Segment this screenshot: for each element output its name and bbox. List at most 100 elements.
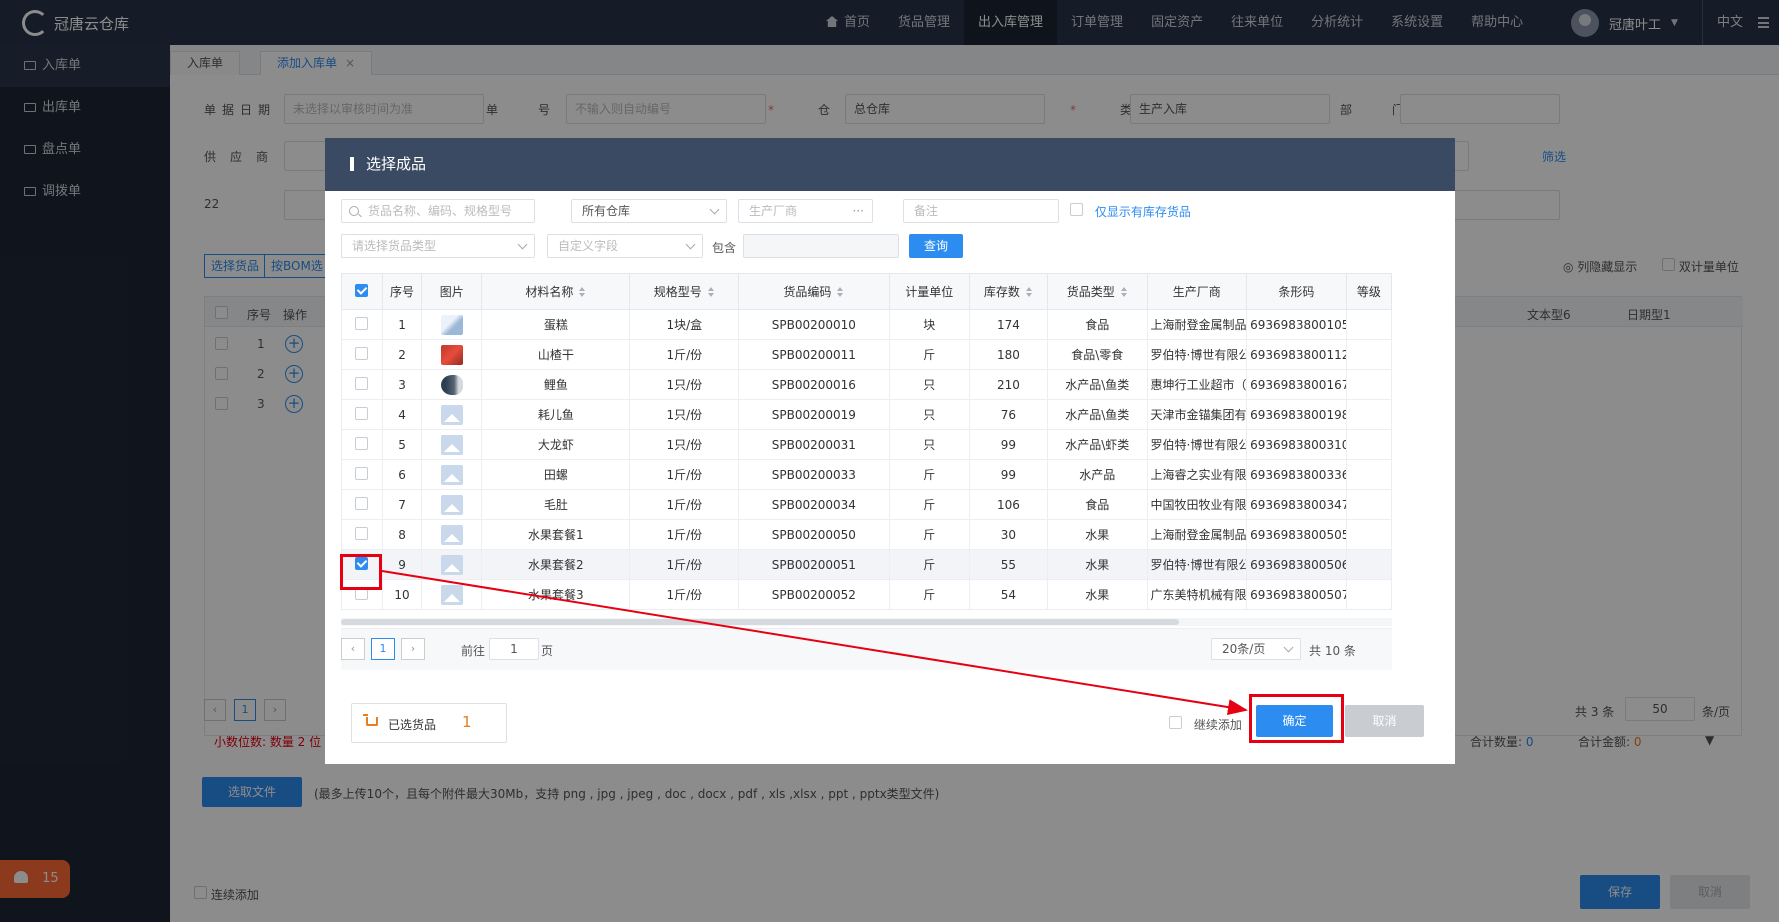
- cell-spec: 1斤/份: [629, 489, 740, 520]
- more-icon[interactable]: ···: [853, 200, 864, 222]
- cell-maker: 上海耐登金属制品: [1146, 309, 1248, 340]
- cell-grade: [1345, 309, 1393, 340]
- scrollbar-thumb[interactable]: [341, 619, 1179, 625]
- row-checkbox[interactable]: [355, 406, 369, 420]
- product-row[interactable]: 8 水果套餐1 1斤/份 SPB00200050 斤 30 水果 上海耐登金属制品 693698…: [341, 519, 1393, 550]
- cell-maker: 罗伯特·博世有限公: [1146, 339, 1248, 370]
- col-category[interactable]: 货品类型: [1046, 273, 1148, 310]
- row-select-cell[interactable]: [341, 339, 383, 370]
- contains-input[interactable]: [743, 234, 899, 258]
- image-placeholder-icon: [440, 584, 463, 605]
- cell-grade: [1345, 399, 1393, 430]
- col-stock[interactable]: 库存数: [968, 273, 1048, 310]
- category-filter-select[interactable]: 请选择货品类型: [341, 234, 535, 258]
- cell-grade: [1345, 429, 1393, 460]
- maker-filter-input[interactable]: 生产厂商 ···: [738, 199, 873, 223]
- cell-stock: 99: [968, 459, 1048, 490]
- row-select-cell[interactable]: [341, 459, 383, 490]
- cart-icon: [363, 714, 378, 726]
- cell-name: 大龙虾: [481, 429, 631, 460]
- row-select-cell[interactable]: [341, 309, 383, 340]
- product-row[interactable]: 2 山楂干 1斤/份 SPB00200011 斤 180 食品\零食 罗伯特·博世有限公 693…: [341, 339, 1393, 370]
- row-checkbox[interactable]: [355, 346, 369, 360]
- product-row[interactable]: 5 大龙虾 1只/份 SPB00200031 只 99 水产品\虾类 罗伯特·博世有限公 693…: [341, 429, 1393, 460]
- product-thumbnail: [440, 344, 463, 365]
- cell-category: 水产品\鱼类: [1046, 369, 1148, 400]
- only-stock-checkbox[interactable]: [1070, 203, 1083, 216]
- col-barcode: 条形码: [1246, 273, 1347, 310]
- sort-icon[interactable]: [837, 287, 844, 297]
- select-all-header[interactable]: [341, 273, 383, 310]
- sort-icon[interactable]: [579, 287, 586, 297]
- row-checkbox[interactable]: [355, 436, 369, 450]
- sort-icon[interactable]: [707, 287, 715, 297]
- cell-barcode: 6936983800336: [1246, 459, 1347, 490]
- product-image-cell: [421, 489, 483, 520]
- cell-unit: 斤: [888, 459, 970, 490]
- row-checkbox[interactable]: [355, 376, 369, 390]
- product-table: 序号 图片 材料名称 规格型号 货品编码 计量单位 库存数 货品类型 生产厂商 …: [341, 273, 1393, 610]
- cell-category: 水果: [1046, 579, 1148, 610]
- sort-icon[interactable]: [1120, 287, 1128, 297]
- row-select-cell[interactable]: [341, 429, 383, 460]
- product-row[interactable]: 1 蛋糕 1块/盒 SPB00200010 块 174 食品 上海耐登金属制品 69369838…: [341, 309, 1393, 340]
- cell-maker: 惠坤行工业超市（: [1146, 369, 1248, 400]
- cell-spec: 1只/份: [629, 429, 740, 460]
- modal-cancel-button[interactable]: 取消: [1345, 705, 1424, 737]
- cell-barcode: 6936983800105: [1246, 309, 1347, 340]
- cell-stock: 55: [968, 549, 1048, 580]
- row-checkbox[interactable]: [355, 526, 369, 540]
- remark-filter-input[interactable]: 备注: [903, 199, 1059, 223]
- product-row[interactable]: 6 田螺 1斤/份 SPB00200033 斤 99 水产品 上海睿之实业有限 69369838…: [341, 459, 1393, 490]
- col-maker: 生产厂商: [1146, 273, 1248, 310]
- selected-goods-box[interactable]: 已选货品 1: [351, 703, 507, 743]
- cell-stock: 76: [968, 399, 1048, 430]
- row-checkbox[interactable]: [355, 316, 369, 330]
- cell-name: 山楂干: [481, 339, 631, 370]
- next-page-button[interactable]: ›: [401, 638, 425, 660]
- row-checkbox[interactable]: [355, 496, 369, 510]
- warehouse-filter-select[interactable]: 所有仓库: [571, 199, 727, 223]
- prev-page-button[interactable]: ‹: [341, 638, 365, 660]
- cell-spec: 1斤/份: [629, 549, 740, 580]
- product-image-cell: [421, 309, 483, 340]
- product-row[interactable]: 9 水果套餐2 1斤/份 SPB00200051 斤 55 水果 罗伯特·博世有限公 69369…: [341, 549, 1393, 580]
- continue-add-checkbox[interactable]: [1169, 716, 1182, 729]
- col-code[interactable]: 货品编码: [738, 273, 890, 310]
- row-select-cell[interactable]: [341, 519, 383, 550]
- cell-grade: [1345, 339, 1393, 370]
- cell-maker: 上海睿之实业有限: [1146, 459, 1248, 490]
- row-select-cell[interactable]: [341, 489, 383, 520]
- query-button[interactable]: 查询: [909, 234, 963, 258]
- col-image: 图片: [421, 273, 483, 310]
- cell-grade: [1345, 459, 1393, 490]
- cell-seq: 7: [381, 489, 423, 520]
- product-row[interactable]: 7 毛肚 1斤/份 SPB00200034 斤 106 食品 中国牧田牧业有限 69369838…: [341, 489, 1393, 520]
- cell-barcode: 6936983800167: [1246, 369, 1347, 400]
- image-placeholder-icon: [440, 434, 463, 455]
- page-size-select[interactable]: 20条/页: [1211, 638, 1301, 660]
- product-row[interactable]: 4 耗儿鱼 1只/份 SPB00200019 只 76 水产品\鱼类 天津市金锚集团有 6936…: [341, 399, 1393, 430]
- cell-maker: 上海耐登金属制品: [1146, 519, 1248, 550]
- sort-icon[interactable]: [1025, 287, 1033, 297]
- product-row[interactable]: 3 鲤鱼 1只/份 SPB00200016 只 210 水产品\鱼类 惠坤行工业超市（ 6936…: [341, 369, 1393, 400]
- cell-name: 田螺: [481, 459, 631, 490]
- cell-grade: [1345, 519, 1393, 550]
- col-name[interactable]: 材料名称: [481, 273, 631, 310]
- row-select-cell[interactable]: [341, 399, 383, 430]
- col-spec[interactable]: 规格型号: [629, 273, 740, 310]
- continue-add-option[interactable]: 继续添加: [1169, 716, 1242, 733]
- cell-stock: 54: [968, 579, 1048, 610]
- cell-barcode: 6936983800347: [1246, 489, 1347, 520]
- contains-label: 包含: [712, 241, 737, 255]
- row-checkbox[interactable]: [355, 466, 369, 480]
- horizontal-scrollbar[interactable]: [341, 618, 1392, 626]
- product-search-input[interactable]: 货品名称、编码、规格型号: [341, 199, 535, 223]
- current-page-button[interactable]: 1: [371, 638, 395, 660]
- goto-page-input[interactable]: 1: [489, 638, 539, 660]
- product-row[interactable]: 10 水果套餐3 1斤/份 SPB00200052 斤 54 水果 广东美特机械有限 69369…: [341, 579, 1393, 610]
- row-select-cell[interactable]: [341, 369, 383, 400]
- only-stock-option[interactable]: 仅显示有库存货品: [1070, 203, 1191, 220]
- custom-field-select[interactable]: 自定义字段: [547, 234, 703, 258]
- select-all-checkbox[interactable]: [355, 283, 369, 297]
